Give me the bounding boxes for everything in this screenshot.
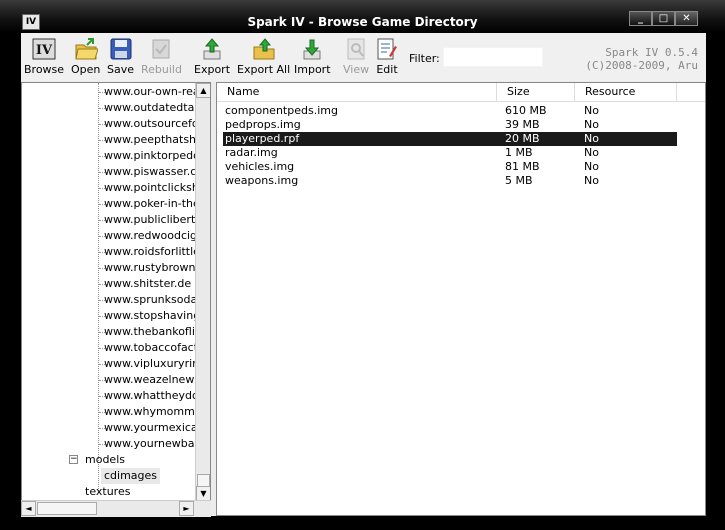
open-label: Open [71,63,101,76]
edit-icon [375,37,399,61]
file-size: 5 MB [505,174,533,187]
tree-item[interactable]: www.redwoodcigar [104,228,208,244]
file-resource: No [584,174,599,187]
column-header-resource[interactable]: Resource [575,83,677,101]
import-label: Import [294,63,331,76]
export-all-button[interactable]: Export All [237,37,290,76]
view-button[interactable]: View [343,37,369,76]
file-row[interactable]: vehicles.img 81 MB No [223,160,677,174]
view-label: View [343,63,370,76]
file-row[interactable]: radar.img 1 MB No [223,146,677,160]
file-size: 1 MB [505,146,533,159]
tree-item[interactable]: www.pointclickship [104,180,209,196]
folder-open-icon [74,37,98,61]
file-size: 81 MB [505,160,540,173]
version-line: Spark IV 0.5.4 [605,46,698,59]
tree-horizontal-scrollbar[interactable]: ◄ ► [21,500,211,517]
window-title: Spark IV - Browse Game Directory [247,15,478,29]
svg-text:IV: IV [36,43,53,58]
column-header-size[interactable]: Size [497,83,575,101]
file-name: pedprops.img [225,118,301,131]
export-all-icon [252,37,276,61]
scroll-right-button[interactable]: ► [179,501,194,516]
filter-input[interactable] [443,47,543,67]
scroll-left-button[interactable]: ◄ [21,501,36,516]
file-size: 39 MB [505,118,540,131]
tree-item-textures[interactable]: textures [85,484,130,500]
tree-item-cdimages[interactable]: cdimages [101,468,161,484]
file-resource: No [584,132,599,145]
file-size: 20 MB [505,132,540,145]
file-resource: No [584,118,599,131]
rebuild-label: Rebuild [141,63,182,76]
tree-item-models[interactable]: models [85,452,125,468]
tree-item[interactable]: www.weazelnews.c [104,372,210,388]
tree-item[interactable]: www.shitster.de [104,276,191,292]
file-name: weapons.img [225,174,299,187]
file-name: vehicles.img [225,160,295,173]
save-button[interactable]: Save [107,37,134,76]
edit-button[interactable]: Edit [375,37,399,76]
browse-button[interactable]: IV Browse [24,37,64,76]
models-expander[interactable]: − [69,455,78,464]
file-resource: No [584,146,599,159]
copyright-line: (C)2008-2009, Aru [585,59,698,72]
floppy-disk-icon [109,37,133,61]
file-name: componentpeds.img [225,104,338,117]
file-row[interactable]: playerped.rpf 20 MB No [223,132,677,146]
maximize-button[interactable]: □ [652,11,675,26]
rebuild-icon [149,37,173,61]
iv-logo-icon: IV [32,37,56,61]
file-list[interactable]: Name Size Resource componentpeds.img 610 … [216,82,706,516]
title-bar[interactable]: IV Spark IV - Browse Game Directory _ □ … [0,0,725,33]
import-icon [300,37,324,61]
export-button[interactable]: Export [194,37,230,76]
file-row[interactable]: weapons.img 5 MB No [223,174,677,188]
file-name: playerped.rpf [225,132,300,145]
directory-tree[interactable]: www.our-own-reality www.outdatedtaste www.… [21,82,211,502]
file-row[interactable]: pedprops.img 39 MB No [223,118,677,132]
file-resource: No [584,104,599,117]
import-button[interactable]: Import [294,37,331,76]
file-row[interactable]: componentpeds.img 610 MB No [223,104,677,118]
scroll-down-button[interactable]: ▼ [196,486,210,501]
tree-item[interactable]: www.thebankoflibe [104,324,209,340]
list-header: Name Size Resource [217,83,705,102]
tree-vertical-scrollbar[interactable]: ▲ ▼ [195,83,210,501]
column-header-name[interactable]: Name [217,83,497,101]
tree-item[interactable]: www.outsourcefora [104,116,210,132]
filter-label: Filter: [409,52,440,65]
file-resource: No [584,160,599,173]
export-label: Export [194,63,231,76]
tree-item[interactable]: www.tobaccofacts. [104,340,207,356]
edit-label: Edit [376,63,398,76]
rebuild-button[interactable]: Rebuild [141,37,182,76]
export-all-label: Export All [237,63,291,76]
close-button[interactable]: ✕ [675,11,698,26]
save-label: Save [107,63,135,76]
scroll-up-button[interactable]: ▲ [196,83,210,98]
horizontal-scroll-thumb[interactable] [37,502,97,515]
toolbar: IV Browse Open Save Rebuild Export Expor… [21,33,706,81]
export-icon [200,37,224,61]
view-icon [344,37,368,61]
file-name: radar.img [225,146,278,159]
browse-label: Browse [24,63,65,76]
client-area: IV Browse Open Save Rebuild Export Expor… [21,33,706,517]
version-info: Spark IV 0.5.4 (C)2008-2009, Aru [585,46,698,72]
file-size: 610 MB [505,104,547,117]
minimize-button[interactable]: _ [629,11,652,26]
main-window: IV Spark IV - Browse Game Directory _ □ … [0,0,725,530]
tree-item[interactable]: www.piswasser.cor [104,164,208,180]
open-button[interactable]: Open [71,37,100,76]
